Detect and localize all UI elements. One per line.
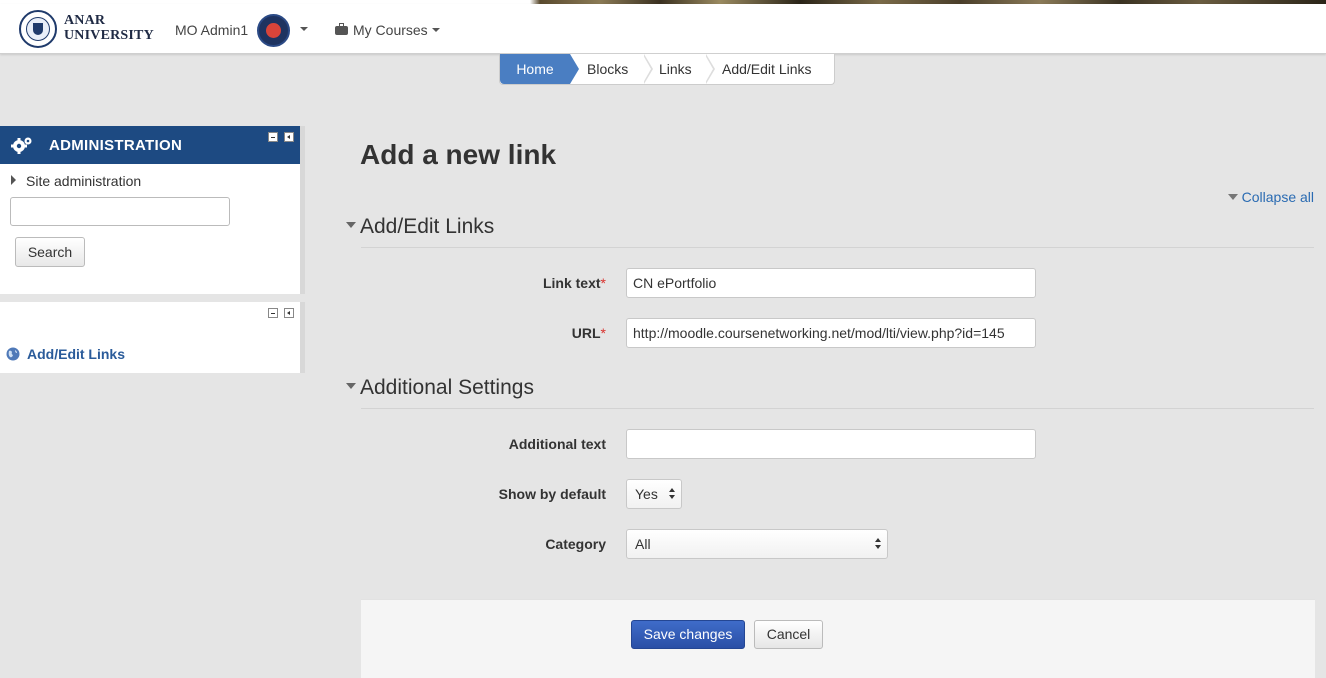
user-avatar[interactable] [257, 14, 290, 47]
show-by-default-label: Show by default [498, 486, 606, 502]
dock-block-icon[interactable] [284, 308, 294, 318]
top-navbar: ANAR UNIVERSITY MO Admin1 My Courses [0, 4, 1326, 54]
breadcrumb-blocks[interactable]: Blocks [587, 54, 628, 84]
section-add-edit-links-title: Add/Edit Links [360, 215, 495, 238]
breadcrumb-links[interactable]: Links [659, 54, 692, 84]
breadcrumb-separator [643, 54, 653, 84]
dock-block-icon[interactable] [284, 132, 294, 142]
links-block: Add/Edit Links [0, 302, 305, 373]
link-text-label: Link text* [542, 275, 606, 291]
additional-text-input[interactable] [626, 429, 1036, 459]
site-administration-node[interactable]: Site administration [26, 173, 141, 189]
collapse-all-label: Collapse all [1241, 189, 1314, 205]
url-label: URL* [571, 325, 606, 341]
select-arrows-icon [875, 538, 882, 550]
section-additional-settings[interactable]: Additional Settings [346, 376, 534, 400]
required-marker: * [600, 325, 606, 341]
briefcase-icon [335, 23, 348, 35]
minimize-block-icon[interactable] [268, 132, 278, 142]
minimize-block-icon[interactable] [268, 308, 278, 318]
section-collapse-icon [346, 383, 356, 389]
show-by-default-value: Yes [635, 486, 658, 502]
required-marker: * [600, 275, 606, 291]
breadcrumb-home[interactable]: Home [500, 54, 579, 84]
user-menu-name[interactable]: MO Admin1 [175, 22, 248, 38]
link-text-input[interactable]: CN ePortfolio [626, 268, 1036, 298]
logo-line-2: UNIVERSITY [64, 28, 154, 43]
section-add-edit-links[interactable]: Add/Edit Links [346, 215, 494, 239]
section-divider [361, 247, 1314, 248]
admin-search-input[interactable] [10, 197, 230, 226]
url-input[interactable]: http://moodle.coursenetworking.net/mod/l… [626, 318, 1036, 348]
administration-title: ADMINISTRATION [49, 137, 183, 154]
globe-icon [6, 347, 20, 361]
page-title: Add a new link [360, 139, 557, 170]
category-select[interactable]: All [626, 529, 888, 559]
breadcrumb-current: Add/Edit Links [722, 61, 812, 77]
administration-block: ADMINISTRATION Site administration Searc… [0, 126, 305, 294]
category-label: Category [545, 536, 606, 552]
user-menu-caret-icon[interactable] [300, 27, 308, 31]
collapse-all-link[interactable]: Collapse all [1227, 189, 1314, 205]
logo-line-1: ANAR [64, 13, 106, 28]
save-changes-button[interactable]: Save changes [631, 620, 745, 649]
collapse-arrow-icon [1227, 194, 1238, 200]
form-button-bar [361, 599, 1315, 678]
cancel-button[interactable]: Cancel [754, 620, 823, 649]
admin-search-button[interactable]: Search [15, 237, 85, 267]
breadcrumb: Home Blocks Links Add/Edit Links [499, 54, 835, 85]
my-courses-label: My Courses [353, 22, 428, 38]
section-additional-settings-title: Additional Settings [360, 376, 534, 399]
section-collapse-icon [346, 222, 356, 228]
category-value: All [635, 536, 651, 552]
show-by-default-select[interactable]: Yes [626, 479, 682, 509]
university-logo-icon[interactable] [19, 10, 57, 48]
expand-arrow-icon[interactable] [11, 175, 16, 185]
additional-text-label: Additional text [508, 436, 606, 452]
administration-block-header: ADMINISTRATION [0, 126, 300, 164]
section-divider [361, 408, 1314, 409]
university-logo-text[interactable]: ANAR UNIVERSITY [64, 13, 154, 43]
select-arrows-icon [669, 488, 676, 500]
add-edit-links-link[interactable]: Add/Edit Links [27, 346, 125, 362]
breadcrumb-separator [705, 54, 715, 84]
my-courses-menu[interactable]: My Courses [335, 22, 440, 38]
chevron-down-icon [431, 28, 440, 32]
gears-icon [11, 137, 32, 154]
